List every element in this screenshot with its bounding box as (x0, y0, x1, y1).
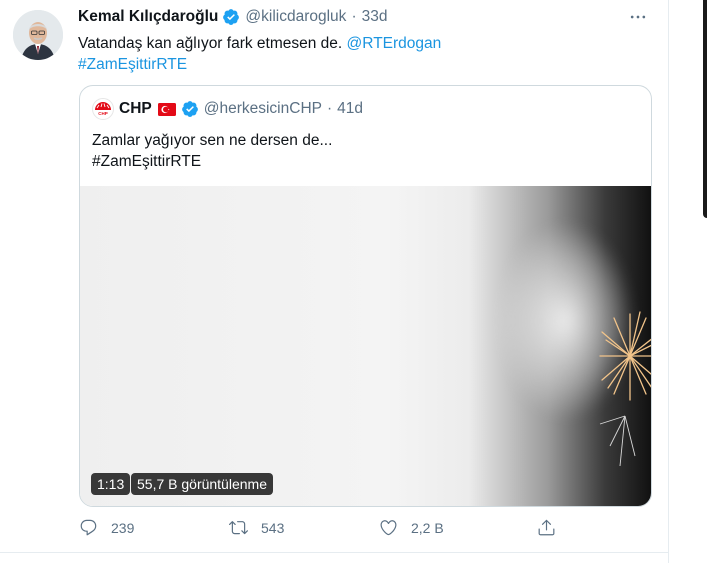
heart-icon (380, 520, 397, 536)
quoted-text: Zamlar yağıyor sen ne dersen de... #ZamE… (92, 130, 332, 172)
tweet-actions: 239 543 2,2 B (79, 518, 559, 542)
tweet-text-body: Vatandaş kan ağlıyor fark etmesen de. (78, 35, 347, 52)
more-horizontal-icon[interactable] (626, 8, 650, 26)
author-name[interactable]: Kemal Kılıçdaroğlu (78, 8, 218, 26)
reply-button[interactable]: 239 (79, 518, 134, 537)
separator-dot: · (326, 100, 333, 117)
quoted-handle[interactable]: @herkesicinCHP (204, 100, 322, 118)
quoted-text-body: Zamlar yağıyor sen ne dersen de... (92, 132, 333, 149)
share-icon (538, 519, 555, 536)
svg-text:CHP: CHP (98, 111, 108, 116)
mention-link[interactable]: @RTErdogan (347, 35, 442, 52)
quoted-author-name[interactable]: CHP (119, 100, 152, 118)
reply-icon (80, 519, 97, 536)
separator-dot: · (351, 8, 357, 25)
tweet-timestamp[interactable]: 33d (362, 8, 388, 26)
verified-badge-icon (181, 100, 199, 118)
hashtag-link[interactable]: #ZamEşittirRTE (78, 56, 187, 73)
verified-badge-icon (222, 8, 240, 26)
reply-count: 239 (111, 519, 135, 536)
video-views-badge: 55,7 B görüntülenme (131, 473, 273, 495)
like-button[interactable]: 2,2 B (379, 518, 444, 537)
retweet-count: 543 (261, 519, 285, 536)
quoted-header: CHP CHP @herkesicinCHP · 41d (92, 98, 363, 120)
quoted-timestamp[interactable]: 41d (337, 100, 363, 118)
author-avatar[interactable] (13, 10, 63, 60)
like-count: 2,2 B (411, 519, 444, 536)
quoted-hashtag: #ZamEşittirRTE (92, 153, 202, 170)
retweet-button[interactable]: 543 (229, 518, 284, 537)
turkey-flag-icon (157, 102, 176, 116)
share-button[interactable] (537, 518, 556, 537)
fireworks-graphic (599, 311, 651, 467)
author-handle[interactable]: @kilicdarogluk (245, 8, 346, 26)
video-duration-badge: 1:13 (91, 473, 131, 495)
video-player[interactable]: 1:13 55,7 B görüntülenme (80, 186, 651, 506)
tweet: Kemal Kılıçdaroğlu @kilicdarogluk · 33d … (0, 0, 668, 553)
quoted-tweet[interactable]: CHP CHP @herkesicinCHP · 41d Zamlar yağı… (79, 85, 652, 507)
tweet-text: Vatandaş kan ağlıyor fark etmesen de. @R… (78, 33, 638, 75)
column-divider (668, 0, 669, 563)
tweet-header: Kemal Kılıçdaroğlu @kilicdarogluk · 33d (78, 8, 387, 26)
retweet-icon (229, 521, 248, 535)
sidebar-card-edge (703, 0, 707, 218)
chp-logo-icon: CHP (92, 98, 114, 120)
